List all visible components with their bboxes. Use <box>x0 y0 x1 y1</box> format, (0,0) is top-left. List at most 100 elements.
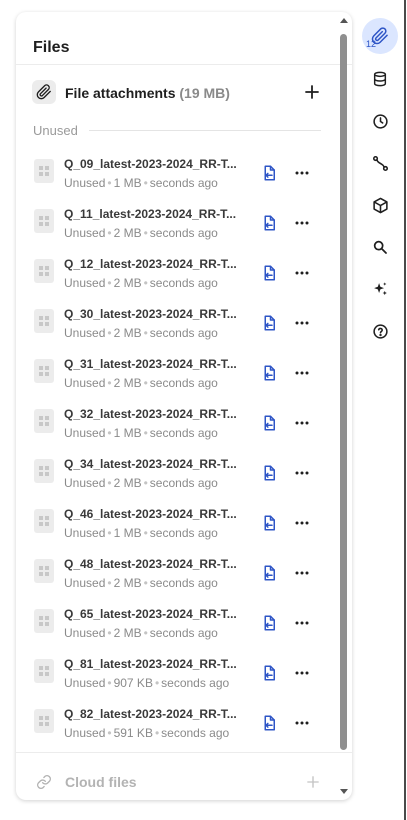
file-row[interactable]: Q_32_latest-2023-2024_RR-T... Unused • 1 MB… <box>16 404 336 454</box>
file-row[interactable]: Q_82_latest-2023-2024_RR-T... Unused • 591 … <box>16 704 336 754</box>
file-attachments-header[interactable]: File attachments (19 MB) <box>32 80 322 106</box>
rail-packages-button[interactable] <box>362 187 398 223</box>
use-file-button[interactable] <box>260 714 278 732</box>
use-file-button[interactable] <box>260 314 278 332</box>
more-horizontal-icon <box>295 471 309 475</box>
file-restore-icon <box>264 215 275 231</box>
file-row[interactable]: Q_34_latest-2023-2024_RR-T... Unused • 2 MB… <box>16 454 336 504</box>
attachments-count-badge: 12 <box>366 39 377 49</box>
more-options-button[interactable] <box>292 513 312 533</box>
section-label-unused: Unused <box>33 123 78 138</box>
file-attachments-size: (19 MB) <box>179 85 230 101</box>
file-row[interactable]: Q_48_latest-2023-2024_RR-T... Unused • 2 MB… <box>16 554 336 604</box>
file-row[interactable]: Q_12_latest-2023-2024_RR-T... Unused • 2 MB… <box>16 254 336 304</box>
file-row[interactable]: Q_31_latest-2023-2024_RR-T... Unused • 2 MB… <box>16 354 336 404</box>
file-meta: Unused • 2 MB • seconds ago <box>64 476 218 490</box>
file-row[interactable]: Q_11_latest-2023-2024_RR-T... Unused • 2 MB… <box>16 204 336 254</box>
file-size: 2 MB <box>113 276 142 290</box>
more-options-button[interactable] <box>292 313 312 333</box>
use-file-button[interactable] <box>260 264 278 282</box>
more-horizontal-icon <box>295 371 309 375</box>
scrollbar[interactable] <box>337 18 349 794</box>
more-horizontal-icon <box>295 321 309 325</box>
more-horizontal-icon <box>295 171 309 175</box>
use-file-button[interactable] <box>260 564 278 582</box>
rail-workflow-button[interactable] <box>362 145 398 181</box>
file-size: 591 KB <box>113 726 153 740</box>
paperclip-icon <box>32 80 56 104</box>
rail-ai-button[interactable] <box>362 271 398 307</box>
add-cloud-file-button[interactable] <box>303 772 323 792</box>
file-status: Unused <box>64 176 106 190</box>
more-options-button[interactable] <box>292 163 312 183</box>
file-time: seconds ago <box>161 676 230 690</box>
file-name: Q_81_latest-2023-2024_RR-T... <box>64 657 237 671</box>
file-name: Q_46_latest-2023-2024_RR-T... <box>64 507 237 521</box>
file-icon <box>34 459 54 483</box>
rail-database-button[interactable] <box>362 61 398 97</box>
use-file-button[interactable] <box>260 664 278 682</box>
more-options-button[interactable] <box>292 263 312 283</box>
file-size: 907 KB <box>113 676 153 690</box>
file-row[interactable]: Q_09_latest-2023-2024_RR-T... Unused • 1 MB… <box>16 154 336 204</box>
scrollbar-thumb[interactable] <box>340 34 347 750</box>
more-options-button[interactable] <box>292 213 312 233</box>
more-options-button[interactable] <box>292 713 312 733</box>
more-options-button[interactable] <box>292 463 312 483</box>
file-row[interactable]: Q_30_latest-2023-2024_RR-T... Unused • 2 MB… <box>16 304 336 354</box>
file-size: 2 MB <box>113 226 142 240</box>
file-icon <box>34 509 54 533</box>
workflow-icon <box>372 155 388 171</box>
rail-help-button[interactable] <box>362 313 398 349</box>
file-meta: Unused • 2 MB • seconds ago <box>64 576 218 590</box>
use-file-button[interactable] <box>260 214 278 232</box>
file-time: seconds ago <box>149 526 218 540</box>
file-row[interactable]: Q_65_latest-2023-2024_RR-T... Unused • 2 MB… <box>16 604 336 654</box>
plus-icon <box>307 776 319 788</box>
file-row[interactable]: Q_46_latest-2023-2024_RR-T... Unused • 1 MB… <box>16 504 336 554</box>
file-time: seconds ago <box>149 326 218 340</box>
file-icon <box>34 559 54 583</box>
file-row[interactable]: Q_81_latest-2023-2024_RR-T... Unused • 907 … <box>16 654 336 704</box>
file-size: 2 MB <box>113 626 142 640</box>
file-meta: Unused • 907 KB • seconds ago <box>64 676 230 690</box>
more-options-button[interactable] <box>292 413 312 433</box>
file-restore-icon <box>264 465 275 481</box>
file-restore-icon <box>264 415 275 431</box>
file-name: Q_82_latest-2023-2024_RR-T... <box>64 707 237 721</box>
file-meta: Unused • 2 MB • seconds ago <box>64 326 218 340</box>
scroll-up-arrow[interactable] <box>340 18 348 23</box>
more-options-button[interactable] <box>292 613 312 633</box>
rail-search-button[interactable] <box>362 229 398 265</box>
plus-icon <box>305 85 319 99</box>
more-options-button[interactable] <box>292 663 312 683</box>
use-file-button[interactable] <box>260 614 278 632</box>
add-attachment-button[interactable] <box>302 82 322 102</box>
rail-history-button[interactable] <box>362 103 398 139</box>
cloud-files-row[interactable]: Cloud files <box>33 772 323 792</box>
use-file-button[interactable] <box>260 514 278 532</box>
scroll-down-arrow[interactable] <box>340 789 348 794</box>
file-restore-icon <box>264 265 275 281</box>
file-restore-icon <box>264 665 275 681</box>
more-options-button[interactable] <box>292 363 312 383</box>
section-divider <box>89 130 321 131</box>
file-icon <box>34 659 54 683</box>
use-file-button[interactable] <box>260 414 278 432</box>
more-horizontal-icon <box>295 221 309 225</box>
file-name: Q_32_latest-2023-2024_RR-T... <box>64 407 237 421</box>
help-icon <box>372 323 388 339</box>
more-horizontal-icon <box>295 571 309 575</box>
file-meta: Unused • 1 MB • seconds ago <box>64 426 218 440</box>
file-name: Q_30_latest-2023-2024_RR-T... <box>64 307 237 321</box>
footer-divider <box>16 752 352 753</box>
use-file-button[interactable] <box>260 464 278 482</box>
use-file-button[interactable] <box>260 164 278 182</box>
file-meta: Unused • 2 MB • seconds ago <box>64 276 218 290</box>
rail-attachments-button[interactable]: 12 <box>362 18 398 54</box>
file-restore-icon <box>264 165 275 181</box>
file-restore-icon <box>264 365 275 381</box>
use-file-button[interactable] <box>260 364 278 382</box>
file-time: seconds ago <box>161 726 230 740</box>
more-options-button[interactable] <box>292 563 312 583</box>
